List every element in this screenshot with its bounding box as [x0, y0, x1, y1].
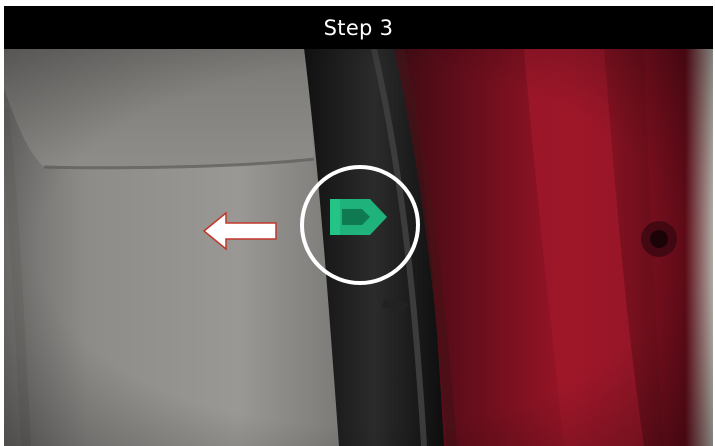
step-title: Step 3	[323, 15, 394, 40]
step-photo	[4, 49, 713, 446]
step-frame: Step 3	[4, 6, 713, 446]
title-bar: Step 3	[4, 6, 713, 49]
photo-illustration	[4, 49, 713, 446]
